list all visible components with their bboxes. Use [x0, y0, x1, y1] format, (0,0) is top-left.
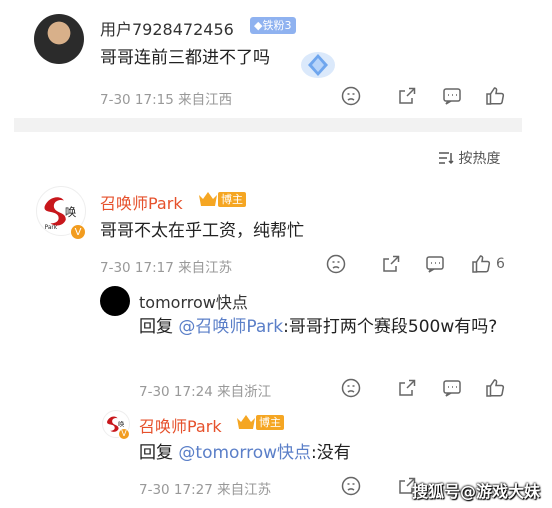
reply-prefix: 回复	[139, 317, 173, 337]
avatar[interactable]	[100, 286, 130, 316]
mention-link[interactable]: @tomorrow快点	[178, 443, 311, 463]
reply-prefix: 回复	[139, 443, 173, 463]
watermark: 搜狐号@游戏大妹	[412, 482, 541, 501]
username[interactable]: 用户7928472456	[100, 16, 234, 40]
like-count: 6	[496, 256, 505, 272]
comment-icon[interactable]	[441, 85, 463, 107]
mention-link[interactable]: @召唤师Park	[178, 317, 283, 337]
comment-text: 哥哥不太在乎工资，纯帮忙	[100, 221, 304, 241]
reply-text: 回复 @召唤师Park:哥哥打两个赛段500w有吗?	[139, 312, 519, 342]
verified-icon: V	[70, 224, 86, 240]
emoji-icon[interactable]	[340, 475, 362, 497]
share-icon[interactable]	[380, 253, 402, 275]
like-icon[interactable]	[484, 377, 506, 399]
share-icon[interactable]	[396, 85, 418, 107]
sort-button[interactable]: 按热度	[438, 148, 500, 168]
section-divider	[14, 118, 522, 132]
username[interactable]: tomorrow快点	[139, 289, 248, 313]
sort-icon	[438, 151, 454, 165]
fan-badge: ◆铁粉3	[250, 17, 297, 34]
like-icon[interactable]	[470, 253, 492, 275]
diamond-sticker-icon	[300, 46, 336, 80]
fan-badge-label: 铁粉3	[262, 19, 292, 32]
comment-meta: 7-30 17:15 来自江西	[100, 92, 233, 108]
reply-meta: 7-30 17:27 来自江苏	[139, 482, 272, 498]
host-badge: 博主	[256, 415, 284, 430]
comment-meta: 7-30 17:17 来自江苏	[100, 260, 233, 276]
like-icon[interactable]	[484, 85, 506, 107]
comment-icon[interactable]	[424, 253, 446, 275]
crown-icon	[198, 191, 218, 207]
emoji-icon[interactable]	[325, 253, 347, 275]
comment-icon[interactable]	[441, 377, 463, 399]
reply-body: :哥哥打两个赛段500w有吗?	[283, 317, 498, 337]
username[interactable]: 召唤师Park	[100, 190, 183, 214]
crown-icon	[236, 414, 256, 430]
emoji-icon[interactable]	[340, 377, 362, 399]
sort-label: 按热度	[458, 151, 501, 167]
host-badge: 博主	[218, 192, 246, 207]
avatar[interactable]	[34, 14, 84, 64]
verified-icon: V	[118, 428, 130, 440]
svg-text:唤: 唤	[65, 205, 77, 219]
svg-text:Park: Park	[45, 225, 58, 231]
reply-body: :没有	[311, 443, 351, 463]
share-icon[interactable]	[396, 377, 418, 399]
reply-text: 回复 @tomorrow快点:没有	[139, 438, 351, 468]
comment-text: 哥哥连前三都进不了吗	[100, 48, 270, 68]
emoji-icon[interactable]	[340, 85, 362, 107]
reply-meta: 7-30 17:24 来自浙江	[139, 384, 272, 400]
username[interactable]: 召唤师Park	[139, 413, 222, 437]
